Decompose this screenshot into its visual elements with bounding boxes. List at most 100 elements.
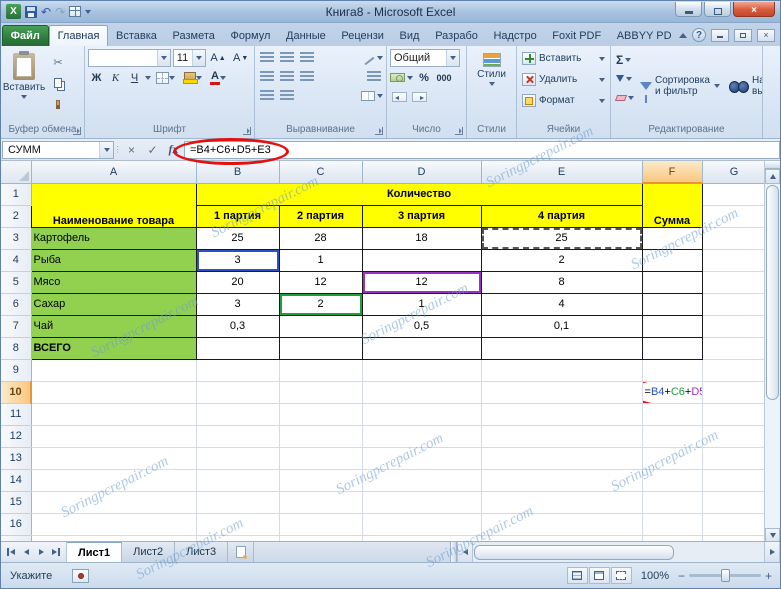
cell-F10-edit[interactable]: =B4+C6+D5+E3 <box>642 381 703 404</box>
scroll-up-button[interactable] <box>765 169 780 184</box>
tab-formulas[interactable]: Формул <box>222 25 278 46</box>
sheet-tab-list3[interactable]: Лист3 <box>175 542 229 562</box>
formula-bar-splitter[interactable]: ⋮ <box>114 145 122 154</box>
cell[interactable] <box>702 425 766 448</box>
last-sheet-button[interactable] <box>49 545 63 560</box>
row-header[interactable]: 13 <box>1 447 32 470</box>
wrap-text-button[interactable] <box>365 68 383 85</box>
cell[interactable]: 0,5 <box>361 314 482 338</box>
clear-button[interactable] <box>614 89 634 106</box>
zoom-in-button[interactable]: + <box>765 570 772 582</box>
cell-name-header[interactable]: Наименование товара <box>30 182 197 228</box>
cell[interactable] <box>279 469 363 492</box>
zoom-out-button[interactable]: − <box>678 570 685 582</box>
tab-split-handle[interactable] <box>450 542 458 562</box>
copy-button[interactable] <box>47 74 69 92</box>
cell[interactable] <box>31 359 197 382</box>
cell[interactable] <box>362 425 482 448</box>
decrease-decimal-button[interactable] <box>410 88 428 105</box>
row-header[interactable]: 9 <box>1 359 32 382</box>
collapse-ribbon-icon[interactable] <box>679 32 687 38</box>
row-header[interactable]: 15 <box>1 491 32 514</box>
cell[interactable] <box>641 292 703 316</box>
redo-button[interactable]: ↷ <box>55 6 65 18</box>
bold-button[interactable]: Ж <box>88 69 105 86</box>
confirm-entry-button[interactable]: ✓ <box>142 141 163 159</box>
cell[interactable] <box>31 425 197 448</box>
cell[interactable] <box>362 491 482 514</box>
row-header[interactable]: 6 <box>1 293 32 316</box>
cell[interactable] <box>196 469 280 492</box>
scrollbar-thumb[interactable] <box>474 544 675 560</box>
first-sheet-button[interactable] <box>4 545 18 560</box>
row-header[interactable]: 7 <box>1 315 32 338</box>
cell[interactable] <box>362 403 482 426</box>
cell[interactable] <box>702 271 766 294</box>
help-icon[interactable]: ? <box>692 28 706 42</box>
formula-input[interactable]: =B4+C6+D5+E3 <box>173 137 780 165</box>
cell[interactable]: 0,3 <box>195 314 280 338</box>
cell[interactable] <box>641 270 703 294</box>
cell[interactable] <box>361 336 482 360</box>
column-header-C[interactable]: C <box>279 161 363 184</box>
cell[interactable] <box>702 205 766 228</box>
cell-D5-referenced[interactable]: 12 <box>361 270 482 294</box>
previous-sheet-button[interactable] <box>19 545 33 560</box>
scroll-right-button[interactable] <box>764 542 780 562</box>
cell[interactable] <box>642 403 703 426</box>
column-header-F[interactable]: F <box>642 161 703 184</box>
tab-page-layout[interactable]: Размета <box>165 25 223 46</box>
zoom-level[interactable]: 100% <box>638 570 672 582</box>
cell[interactable]: 18 <box>361 226 482 250</box>
sheet-tab-list2[interactable]: Лист2 <box>122 542 176 562</box>
font-size-select[interactable]: 11 <box>172 49 206 67</box>
find-select-button[interactable]: Найти и выделить <box>726 49 762 123</box>
close-button[interactable]: × <box>733 2 775 17</box>
cell[interactable] <box>481 403 643 426</box>
cell[interactable] <box>196 359 280 382</box>
cell-item-name[interactable]: Сахар <box>30 292 197 316</box>
cell-E3-referenced[interactable]: 25 <box>480 226 643 250</box>
cell-item-name[interactable]: Рыба <box>30 248 197 272</box>
cell[interactable] <box>702 315 766 338</box>
scroll-left-button[interactable] <box>457 542 474 562</box>
cell[interactable] <box>642 491 703 514</box>
cell[interactable] <box>481 491 643 514</box>
row-header[interactable]: 12 <box>1 425 32 448</box>
row-header-active[interactable]: 10 <box>1 381 32 404</box>
cell[interactable] <box>641 336 703 360</box>
cell-party-4[interactable]: 4 партия <box>480 204 643 228</box>
cell[interactable]: 2 <box>480 248 643 272</box>
cut-button[interactable]: ✂ <box>47 53 69 71</box>
row-header[interactable]: 14 <box>1 469 32 492</box>
cell[interactable] <box>481 513 643 536</box>
cancel-entry-button[interactable]: × <box>121 141 142 159</box>
cell[interactable] <box>362 381 482 404</box>
cell[interactable]: 12 <box>278 270 363 294</box>
cell[interactable] <box>702 491 766 514</box>
column-header-A[interactable]: A <box>31 161 197 184</box>
cell[interactable] <box>279 447 363 470</box>
cell[interactable] <box>480 336 643 360</box>
align-center-button[interactable] <box>278 68 296 85</box>
scrollbar-track[interactable] <box>765 401 780 528</box>
workbook-close-button[interactable]: × <box>757 28 775 42</box>
cell[interactable] <box>279 425 363 448</box>
cell[interactable] <box>196 403 280 426</box>
cell[interactable] <box>362 513 482 536</box>
cell[interactable] <box>279 403 363 426</box>
cell[interactable] <box>481 381 643 404</box>
chevron-down-icon[interactable] <box>145 75 151 80</box>
cell[interactable]: 4 <box>480 292 643 316</box>
cell[interactable] <box>481 359 643 382</box>
cell[interactable] <box>642 513 703 536</box>
cell[interactable] <box>195 336 280 360</box>
align-left-button[interactable] <box>258 68 276 85</box>
row-header[interactable]: 1 <box>1 183 32 206</box>
column-header-D[interactable]: D <box>362 161 482 184</box>
sheet-tab-list1[interactable]: Лист1 <box>67 542 123 562</box>
cell[interactable] <box>642 425 703 448</box>
cell[interactable] <box>278 336 363 360</box>
cell[interactable] <box>279 491 363 514</box>
cell[interactable] <box>642 359 703 382</box>
